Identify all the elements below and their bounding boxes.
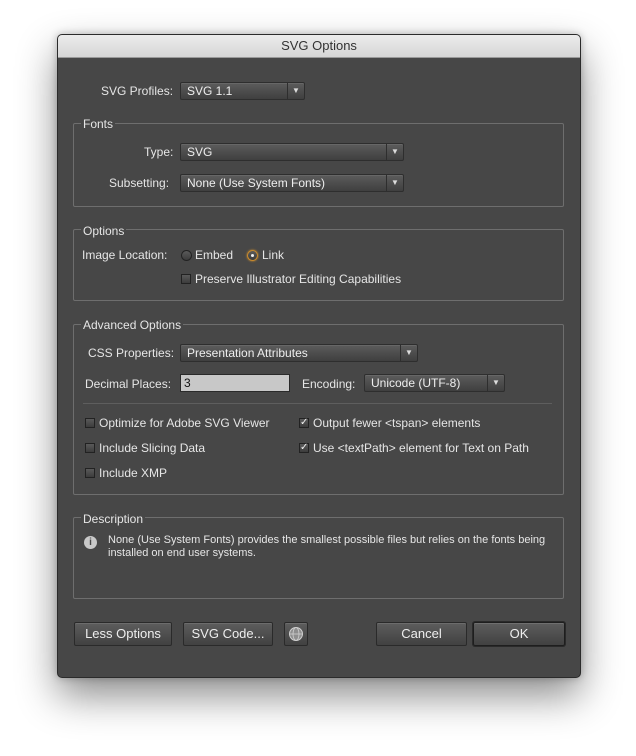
preserve-label: Preserve Illustrator Editing Capabilitie… [195,272,402,286]
link-radio[interactable] [247,250,258,261]
chevron-down-icon: ▼ [386,175,403,191]
optimize-checkbox[interactable] [85,418,95,428]
link-label: Link [262,248,285,262]
globe-icon [289,627,303,641]
css-properties-value: Presentation Attributes [187,346,308,360]
font-type-value: SVG [187,145,213,159]
description-title: Description [81,512,146,526]
css-properties-select[interactable]: Presentation Attributes ▼ [180,344,418,362]
optimize-label: Optimize for Adobe SVG Viewer [99,416,270,430]
options-group-title: Options [81,224,127,238]
preserve-checkbox[interactable] [181,274,191,284]
embed-radio[interactable] [181,250,192,261]
font-type-select[interactable]: SVG ▼ [180,143,404,161]
svg-options-dialog: SVG Options SVG Profiles: SVG 1.1 ▼ Font… [57,34,581,678]
svg-profiles-label: SVG Profiles: [101,84,174,98]
info-icon: i [84,536,97,549]
xmp-label: Include XMP [99,466,168,480]
svg-profiles-select[interactable]: SVG 1.1 ▼ [180,82,305,100]
description-line-1: None (Use System Fonts) provides the sma… [108,534,546,546]
encoding-label: Encoding: [302,377,356,391]
encoding-value: Unicode (UTF-8) [371,376,461,390]
advanced-options-title: Advanced Options [81,318,184,332]
web-button[interactable] [284,622,308,646]
subsetting-value: None (Use System Fonts) [187,176,326,190]
slicing-label: Include Slicing Data [99,441,206,455]
subsetting-label: Subsetting: [109,176,170,190]
fonts-group-title: Fonts [81,117,116,131]
advanced-separator [83,403,552,404]
dialog-title: SVG Options [58,35,580,58]
slicing-checkbox[interactable] [85,443,95,453]
tspan-checkbox[interactable]: ✓ [299,418,309,428]
encoding-select[interactable]: Unicode (UTF-8) ▼ [364,374,505,392]
svg-code-button[interactable]: SVG Code... [183,622,273,646]
image-location-label: Image Location: [82,248,168,262]
chevron-down-icon: ▼ [287,83,304,99]
decimal-places-input[interactable]: 3 [180,374,290,392]
font-type-label: Type: [144,145,174,159]
xmp-checkbox[interactable] [85,468,95,478]
options-group [73,229,564,301]
chevron-down-icon: ▼ [400,345,417,361]
css-properties-label: CSS Properties: [88,346,175,360]
ok-button[interactable]: OK [473,622,565,646]
cancel-button[interactable]: Cancel [376,622,467,646]
subsetting-select[interactable]: None (Use System Fonts) ▼ [180,174,404,192]
tspan-label: Output fewer <tspan> elements [313,416,481,430]
fonts-group [73,123,564,207]
embed-label: Embed [195,248,234,262]
textpath-checkbox[interactable]: ✓ [299,443,309,453]
chevron-down-icon: ▼ [487,375,504,391]
less-options-button[interactable]: Less Options [74,622,172,646]
description-line-2: installed on end user systems. [108,547,256,559]
decimal-places-label: Decimal Places: [85,377,172,391]
textpath-label: Use <textPath> element for Text on Path [313,441,529,455]
chevron-down-icon: ▼ [386,144,403,160]
svg-profiles-value: SVG 1.1 [187,84,233,98]
